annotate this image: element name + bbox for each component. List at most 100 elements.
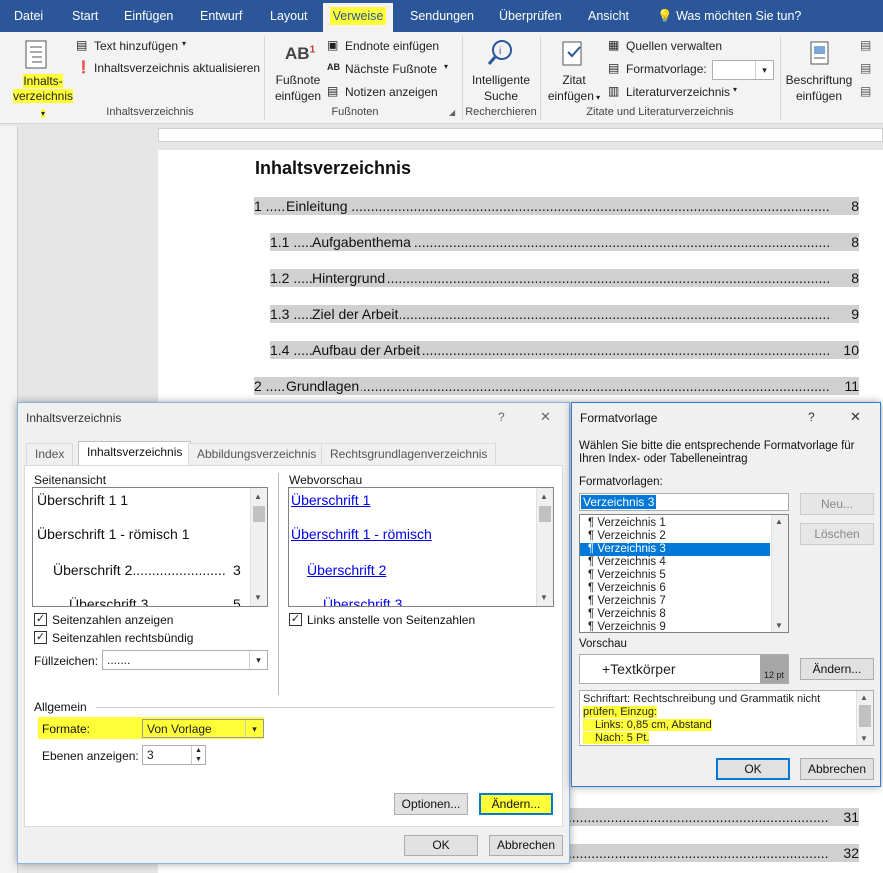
style-list-item-label: Verzeichnis 9 <box>597 621 666 633</box>
insert-index-icon[interactable]: ▤ <box>860 38 871 52</box>
tab-layout[interactable]: Layout <box>268 0 310 32</box>
style-list-item[interactable]: ¶ Verzeichnis 7 <box>580 595 770 608</box>
insert-endnote-label: Endnote einfügen <box>345 39 440 53</box>
chevron-down-icon[interactable]: ▼ <box>775 621 783 630</box>
insert-footnote-label-1: Fußnote <box>275 73 321 87</box>
style-name-input[interactable]: Verzeichnis 3 <box>579 493 789 511</box>
right-align-checkbox[interactable]: ✓ <box>34 631 47 644</box>
tab-ansicht[interactable]: Ansicht <box>586 0 631 32</box>
toc-row[interactable]: ........................................… <box>564 808 859 826</box>
show-notes-label: Notizen anzeigen <box>345 85 438 99</box>
close-icon[interactable]: ✕ <box>850 409 861 425</box>
print-preview-label: Seitenansicht <box>34 473 107 487</box>
tab-start[interactable]: Start <box>70 0 100 32</box>
description-line-2: prüfen, Einzug: <box>583 706 855 719</box>
style-cancel-button[interactable]: Abbrechen <box>800 758 874 780</box>
options-button[interactable]: Optionen... <box>394 793 468 815</box>
dialog-launcher-icon[interactable]: ◢ <box>449 108 455 117</box>
toc-number: 1.2 <box>270 269 294 287</box>
group-label-citations: Zitate und Literaturverzeichnis <box>586 106 734 118</box>
toc-row[interactable]: ........................................… <box>270 305 859 323</box>
tab-sendungen[interactable]: Sendungen <box>408 0 476 32</box>
new-button[interactable]: Neu... <box>800 493 874 515</box>
paragraph-icon: ¶ <box>588 595 598 607</box>
style-list-item-label: Verzeichnis 8 <box>597 608 666 620</box>
insert-endnote-button[interactable]: ▣ Endnote einfügen <box>327 38 457 56</box>
endnote-icon: ▣ <box>327 38 339 52</box>
toc-button[interactable]: Inhalts- verzeichnis ▾ <box>2 34 74 118</box>
tab-leader-select[interactable]: ....... ▾ <box>102 650 268 670</box>
chevron-up-icon[interactable]: ▲ <box>775 517 783 526</box>
update-toc-button[interactable]: ❗ Inhaltsverzeichnis aktualisieren <box>76 60 266 78</box>
toc-row[interactable]: ........................................… <box>270 233 859 251</box>
tab-verweise[interactable]: Verweise <box>323 0 393 32</box>
style-list-item-label: Verzeichnis 5 <box>597 569 666 581</box>
style-modify-button[interactable]: Ändern... <box>800 658 874 680</box>
chevron-down-icon[interactable]: ▼ <box>860 734 868 743</box>
style-ok-button[interactable]: OK <box>716 758 790 780</box>
scrollbar[interactable]: ▲ ▼ <box>771 515 788 632</box>
close-icon[interactable]: ✕ <box>540 409 551 425</box>
style-list-item[interactable]: ¶ Verzeichnis 3 <box>580 543 770 556</box>
toc-row[interactable]: ........................................… <box>254 377 859 395</box>
cancel-button[interactable]: Abbrechen <box>489 835 563 856</box>
chevron-up-icon[interactable]: ▲ <box>254 492 262 501</box>
svg-text:i: i <box>499 46 501 57</box>
tab-entwurf[interactable]: Entwurf <box>198 0 244 32</box>
scrollbar-thumb[interactable] <box>539 506 551 522</box>
scrollbar[interactable]: ▲ ▼ <box>856 691 873 745</box>
ok-button[interactable]: OK <box>404 835 478 856</box>
chevron-down-icon[interactable]: ▼ <box>540 593 548 602</box>
chevron-up-icon[interactable]: ▲ <box>860 693 868 702</box>
stepper-arrows-icon[interactable]: ▲ ▼ <box>191 746 205 764</box>
style-list-item[interactable]: ¶ Verzeichnis 6 <box>580 582 770 595</box>
next-footnote-button[interactable]: AB Nächste Fußnote ▾ <box>327 61 457 79</box>
show-page-numbers-checkbox[interactable]: ✓ <box>34 613 47 626</box>
style-list-item[interactable]: ¶ Verzeichnis 4 <box>580 556 770 569</box>
scrollbar[interactable]: ▲ ▼ <box>536 488 553 606</box>
help-icon[interactable]: ? <box>498 410 505 424</box>
insert-footnote-button[interactable]: AB1 Fußnote einfügen <box>270 38 326 104</box>
scrollbar[interactable]: ▲ ▼ <box>250 488 267 606</box>
tab-datei[interactable]: Datei <box>12 0 45 32</box>
bibliography-button[interactable]: ▥ Literaturverzeichnis ▾ <box>608 84 768 102</box>
tab-einfuegen[interactable]: Einfügen <box>122 0 175 32</box>
tab-ueberpruefen[interactable]: Überprüfen <box>497 0 564 32</box>
style-list-item[interactable]: ¶ Verzeichnis 1 <box>580 517 770 530</box>
smart-lookup-button[interactable]: i Intelligente Suche <box>466 36 536 104</box>
scrollbar-thumb[interactable] <box>859 705 871 727</box>
insert-caption-button[interactable]: Beschriftung einfügen <box>784 36 854 104</box>
insert-citation-button[interactable]: Zitat einfügen ▾ <box>544 36 604 104</box>
manage-sources-button[interactable]: ▦ Quellen verwalten <box>608 38 768 56</box>
style-label: Formatvorlage: <box>626 62 707 76</box>
levels-stepper[interactable]: 3 ▲ ▼ <box>142 745 206 765</box>
chevron-down-icon[interactable]: ▼ <box>254 593 262 602</box>
paragraph-icon: ¶ <box>588 582 598 594</box>
chevron-down-icon: ▾ <box>182 39 187 48</box>
update-table-icon[interactable]: ▤ <box>860 61 871 75</box>
tab-inhaltsverzeichnis[interactable]: Inhaltsverzeichnis <box>78 441 192 465</box>
toc-row[interactable]: ........................................… <box>270 341 859 359</box>
tell-me-box[interactable]: 💡 Was möchten Sie tun? <box>655 0 803 32</box>
tab-abbildungsverzeichnis[interactable]: Abbildungsverzeichnis <box>188 443 326 465</box>
scrollbar-thumb[interactable] <box>253 506 265 522</box>
style-combo[interactable]: ▾ <box>712 60 774 80</box>
style-list-item[interactable]: ¶ Verzeichnis 5 <box>580 569 770 582</box>
toc-row[interactable]: ........................................… <box>564 844 859 862</box>
use-links-checkbox[interactable]: ✓ <box>289 613 302 626</box>
toc-row[interactable]: ........................................… <box>254 197 859 215</box>
tab-index[interactable]: Index <box>26 443 74 465</box>
chevron-up-icon[interactable]: ▲ <box>540 492 548 501</box>
cross-reference-icon[interactable]: ▤ <box>860 84 871 98</box>
help-icon[interactable]: ? <box>808 410 815 424</box>
add-text-button[interactable]: ▤ Text hinzufügen ▾ <box>76 38 266 56</box>
modify-button[interactable]: Ändern... <box>479 793 553 815</box>
tab-rechtsgrundlagenverzeichnis[interactable]: Rechtsgrundlagenverzeichnis <box>321 443 497 465</box>
formats-select[interactable]: Von Vorlage ▾ <box>142 719 264 738</box>
style-list-item[interactable]: ¶ Verzeichnis 8 <box>580 608 770 621</box>
style-list-item[interactable]: ¶ Verzeichnis 9 <box>580 621 770 633</box>
show-notes-button[interactable]: ▤ Notizen anzeigen <box>327 84 457 102</box>
style-list-item[interactable]: ¶ Verzeichnis 2 <box>580 530 770 543</box>
toc-row[interactable]: ........................................… <box>270 269 859 287</box>
delete-button[interactable]: Löschen <box>800 523 874 545</box>
